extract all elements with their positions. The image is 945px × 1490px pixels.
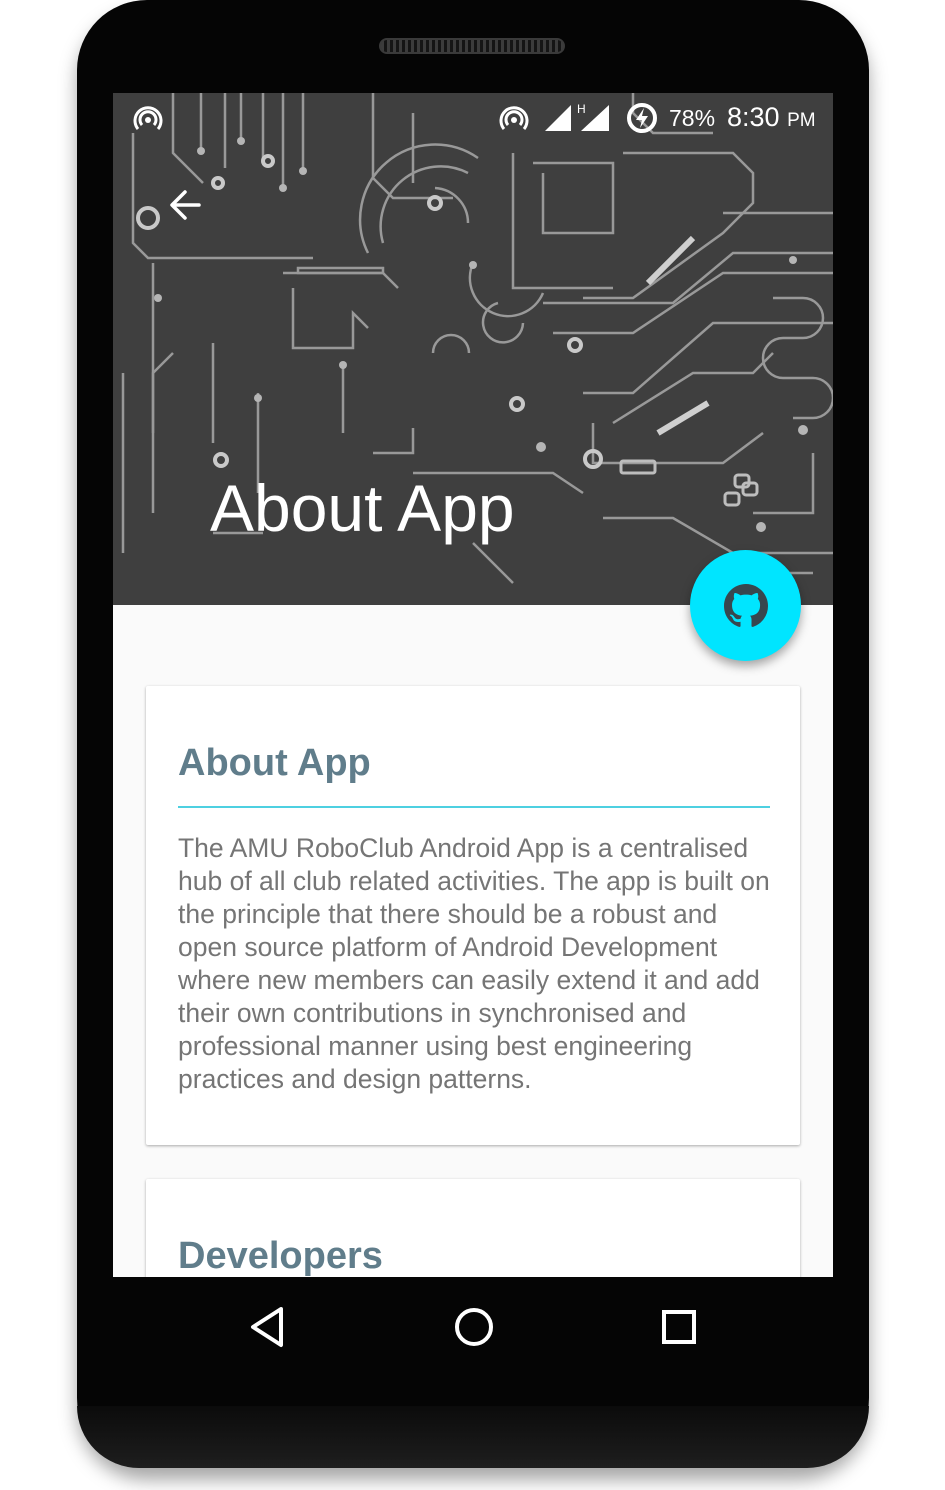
about-card-title: About App [178, 742, 371, 784]
device-screen: H 78% 8:30 PM About App About App The AM… [113, 93, 833, 1277]
clock: 8:30 PM [727, 102, 816, 133]
home-circle-icon[interactable] [451, 1304, 497, 1350]
back-triangle-icon[interactable] [245, 1304, 291, 1350]
arrow-left-icon[interactable] [165, 185, 205, 225]
phone-bottom-bevel [77, 1406, 869, 1468]
collapsing-header: H 78% 8:30 PM About App [113, 93, 833, 605]
github-icon [723, 583, 768, 627]
battery-charging-icon [627, 103, 657, 133]
hotspot-icon [133, 106, 163, 130]
clock-time: 8:30 [727, 102, 780, 132]
developers-card: Developers [146, 1179, 800, 1277]
github-button[interactable] [690, 550, 801, 661]
title-divider [178, 806, 770, 808]
about-card-body: The AMU RoboClub Android App is a centra… [178, 833, 770, 1094]
network-type: H [577, 102, 586, 116]
about-card: About App The AMU RoboClub Android App i… [146, 686, 800, 1145]
developers-card-title: Developers [178, 1235, 383, 1277]
battery-percent: 78% [669, 105, 716, 131]
signal-icon: H [545, 102, 609, 131]
status-bar: H 78% 8:30 PM [113, 93, 833, 145]
page-title: About App [210, 471, 515, 545]
earpiece-speaker [379, 38, 565, 54]
hotspot-icon [499, 106, 529, 130]
navigation-bar [113, 1277, 833, 1377]
recents-square-icon[interactable] [658, 1306, 700, 1348]
clock-ampm: PM [787, 110, 816, 131]
